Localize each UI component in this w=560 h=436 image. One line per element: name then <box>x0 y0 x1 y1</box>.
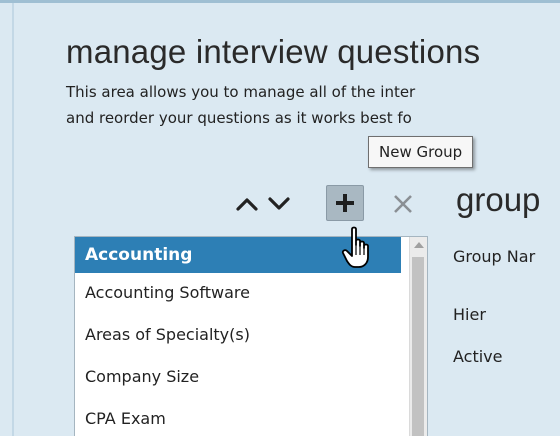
page-description-line-1: This area allows you to manage all of th… <box>66 83 416 101</box>
move-down-button[interactable] <box>262 187 296 221</box>
list-item[interactable]: Areas of Specialty(s) <box>75 315 401 357</box>
list-scrollbar[interactable] <box>409 237 427 436</box>
chevron-up-icon <box>236 198 258 211</box>
plus-icon <box>336 194 354 212</box>
new-group-tooltip: New Group <box>368 136 474 168</box>
hand-cursor-icon <box>341 226 369 268</box>
scroll-up-arrow[interactable] <box>410 237 427 253</box>
delete-group-button[interactable] <box>386 187 420 221</box>
group-detail-heading: group <box>456 181 541 218</box>
list-item[interactable]: Accounting Software <box>75 273 401 315</box>
page-title: manage interview questions <box>66 33 481 70</box>
list-item[interactable]: Company Size <box>75 357 401 399</box>
page-frame: manage interview questions This area all… <box>0 0 560 436</box>
group-name-label: Group Nar <box>453 247 536 266</box>
list-item[interactable]: CPA Exam <box>75 399 401 436</box>
page-description-line-2: and reorder your questions as it works b… <box>66 109 412 127</box>
scroll-thumb[interactable] <box>412 257 424 436</box>
chevron-down-icon <box>268 197 290 210</box>
left-border <box>12 3 14 436</box>
scroll-up-icon <box>413 242 424 248</box>
hier-label: Hier <box>453 305 486 324</box>
new-group-button[interactable] <box>326 185 364 221</box>
move-up-button[interactable] <box>230 187 264 221</box>
x-icon <box>394 195 412 213</box>
active-label: Active <box>453 347 503 366</box>
